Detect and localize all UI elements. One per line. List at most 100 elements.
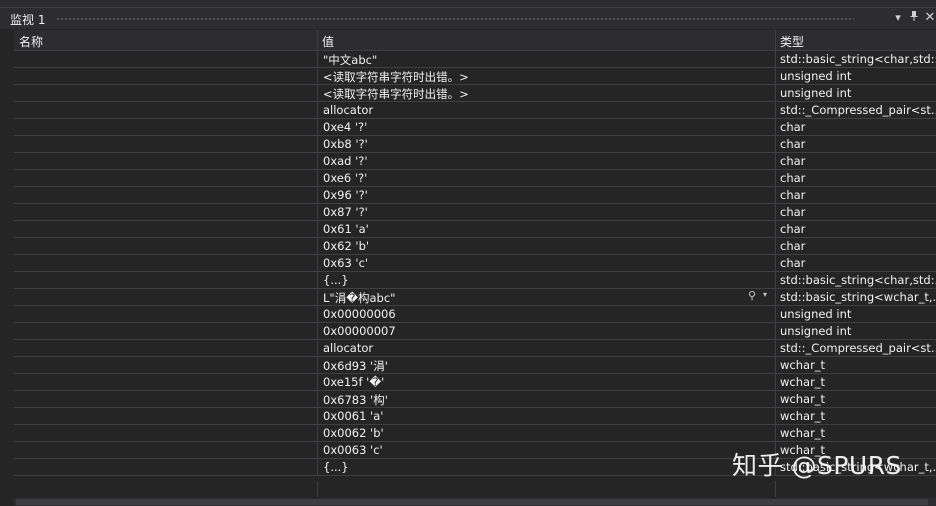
watch-row[interactable]: [size]<读取字符串字符时出错。>unsigned int [14, 68, 936, 85]
column-divider [317, 425, 318, 441]
watch-row[interactable]: [capacity]0x00000007unsigned int [14, 323, 936, 340]
value-cell[interactable]: 0x87 '?' [323, 205, 773, 219]
type-cell: unsigned int [780, 86, 852, 100]
column-divider [775, 170, 776, 186]
value-cell[interactable]: <读取字符串字符时出错。> [323, 69, 773, 85]
watch-row[interactable]: ▶[allocator]allocatorstd::_Compressed_pa… [14, 340, 936, 357]
column-splitter[interactable] [775, 30, 776, 50]
value-cell[interactable]: 0xe15f '�' [323, 375, 773, 389]
scrollbar-thumb[interactable] [16, 499, 928, 505]
column-divider [775, 119, 776, 135]
watch-row[interactable]: ▶[allocator]allocatorstd::_Compressed_pa… [14, 102, 936, 119]
column-divider [317, 459, 318, 475]
column-splitter[interactable] [317, 30, 318, 50]
value-cell[interactable]: allocator [323, 103, 773, 117]
value-cell[interactable]: 0x00000006 [323, 307, 773, 321]
watch-row[interactable]: [0x00000002]0x6783 '构'wchar_t [14, 391, 936, 408]
type-cell: wchar_t [780, 426, 826, 440]
value-cell[interactable]: 0x6783 '构' [323, 392, 773, 408]
watch-row[interactable]: [0x00000003]0xe6 '?'char [14, 170, 936, 187]
close-icon[interactable]: ✕ [922, 10, 936, 26]
watch-row[interactable]: [0x00000007]0x62 'b'char [14, 238, 936, 255]
type-cell: std::_Compressed_pair<st... [780, 341, 936, 355]
watch-row[interactable]: [size]0x00000006unsigned int [14, 306, 936, 323]
type-cell: char [780, 120, 806, 134]
column-divider [317, 170, 318, 186]
value-cell[interactable]: 0x0061 'a' [323, 409, 773, 423]
watch-row[interactable]: [0x00000002]0xad '?'char [14, 153, 936, 170]
column-divider [317, 289, 318, 305]
value-cell[interactable]: "中文abc" [323, 52, 773, 68]
horizontal-scrollbar[interactable] [14, 498, 936, 506]
type-cell: wchar_t [780, 409, 826, 423]
column-divider [317, 221, 318, 237]
type-cell: char [780, 171, 806, 185]
value-cell[interactable]: 0x62 'b' [323, 239, 773, 253]
value-cell[interactable]: {...} [323, 460, 773, 474]
column-divider [317, 255, 318, 271]
watch-row[interactable]: [0x00000006]0x61 'a'char [14, 221, 936, 238]
value-cell[interactable]: 0x00000007 [323, 324, 773, 338]
window-options-icon[interactable]: ▾ [890, 10, 906, 26]
watch-row[interactable]: [0x00000000]0xe4 '?'char [14, 119, 936, 136]
type-cell: wchar_t [780, 392, 826, 406]
column-divider [775, 187, 776, 203]
watch-row[interactable]: ▶[原始视图]{...}std::basic_string<char,std:.… [14, 272, 936, 289]
watch-row[interactable]: [0x00000008]0x63 'c'char [14, 255, 936, 272]
column-divider [317, 340, 318, 356]
column-divider [775, 68, 776, 84]
column-divider [775, 481, 776, 497]
column-divider [775, 204, 776, 220]
column-header-value[interactable]: 值 [322, 33, 334, 50]
value-cell[interactable]: 0x6d93 '涓' [323, 358, 773, 374]
column-header-name[interactable]: 名称 [19, 33, 43, 50]
watch-row[interactable]: [0x00000003]0x0061 'a'wchar_t [14, 408, 936, 425]
column-divider [317, 272, 318, 288]
column-divider [775, 357, 776, 373]
column-divider [317, 391, 318, 407]
column-divider [775, 136, 776, 152]
value-cell[interactable]: {...} [323, 273, 773, 287]
watch-row[interactable]: ◢wstrL"涓�构abc"std::basic_string<wchar_t,… [14, 289, 936, 306]
value-cell[interactable]: allocator [323, 341, 773, 355]
watch-row[interactable]: [0x00000005]0x87 '?'char [14, 204, 936, 221]
watch-row[interactable]: [0x00000001]0xb8 '?'char [14, 136, 936, 153]
pin-icon[interactable] [906, 10, 922, 26]
value-cell[interactable]: 0x0062 'b' [323, 426, 773, 440]
type-cell: std::_Compressed_pair<st... [780, 103, 936, 117]
column-divider [317, 374, 318, 390]
value-cell[interactable]: 0xb8 '?' [323, 137, 773, 151]
column-divider [317, 408, 318, 424]
column-divider [317, 306, 318, 322]
type-cell: char [780, 188, 806, 202]
watch-row[interactable]: ◢u8str,s8"中文abc"std::basic_string<char,s… [14, 51, 936, 68]
column-divider [317, 68, 318, 84]
visualizer-dropdown-icon[interactable]: ▾ [763, 290, 767, 299]
watch-row[interactable]: [0x00000004]0x0062 'b'wchar_t [14, 425, 936, 442]
value-cell[interactable]: 0xe4 '?' [323, 120, 773, 134]
value-cell[interactable]: L"涓�构abc" [323, 290, 773, 306]
column-divider [317, 442, 318, 458]
column-divider [775, 51, 776, 67]
type-cell: unsigned int [780, 324, 852, 338]
value-cell[interactable]: 0x61 'a' [323, 222, 773, 236]
value-cell[interactable]: 0x63 'c' [323, 256, 773, 270]
value-cell[interactable]: 0x96 '?' [323, 188, 773, 202]
value-cell[interactable]: 0xe6 '?' [323, 171, 773, 185]
value-cell[interactable]: 0x0063 'c' [323, 443, 773, 457]
text-visualizer-search-icon[interactable]: ⚲ [748, 289, 756, 302]
title-grip [56, 17, 854, 22]
grid-header: 名称 值 类型 [14, 30, 936, 51]
add-watch-row[interactable] [14, 481, 936, 497]
column-header-type[interactable]: 类型 [780, 33, 804, 50]
type-cell: std::basic_string<char,std:... [780, 273, 936, 287]
watch-row[interactable]: [0x00000001]0xe15f '�'wchar_t [14, 374, 936, 391]
watch-row[interactable]: [capacity]<读取字符串字符时出错。>unsigned int [14, 85, 936, 102]
watch-row[interactable]: [0x00000004]0x96 '?'char [14, 187, 936, 204]
watch-row[interactable]: [0x00000000]0x6d93 '涓'wchar_t [14, 357, 936, 374]
column-divider [775, 340, 776, 356]
value-cell[interactable]: 0xad '?' [323, 154, 773, 168]
watch-window-titlebar[interactable]: 监视 1 ▾ ✕ [0, 8, 936, 29]
value-cell[interactable]: <读取字符串字符时出错。> [323, 86, 773, 102]
type-cell: char [780, 256, 806, 270]
